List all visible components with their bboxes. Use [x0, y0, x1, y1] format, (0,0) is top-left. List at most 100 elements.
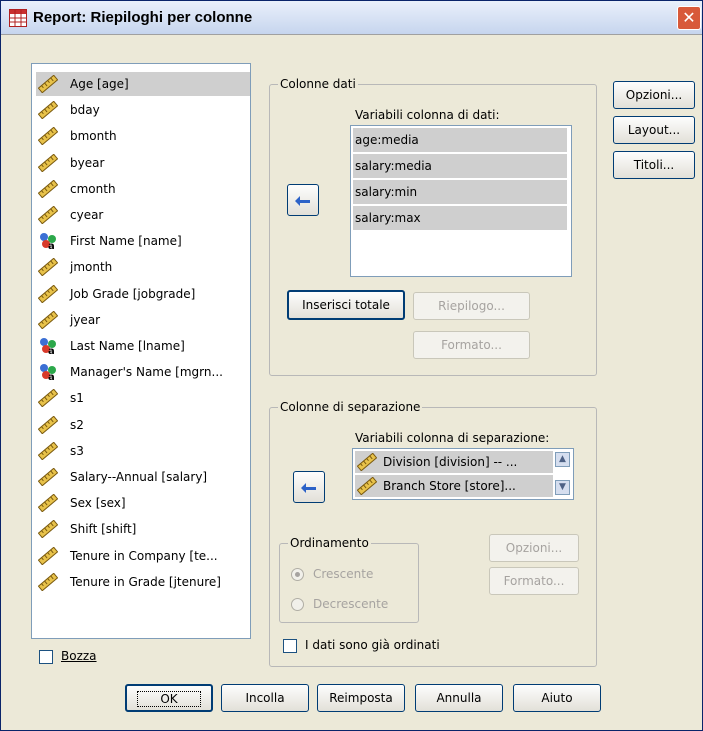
scale-icon — [37, 205, 59, 225]
variable-item[interactable]: a Last Name [lname] — [36, 334, 250, 358]
break-column-item[interactable]: Division [division] -- ... — [355, 451, 553, 473]
opzioni-button[interactable]: Opzioni... — [613, 81, 695, 109]
variable-label: Last Name [lname] — [70, 339, 185, 353]
title-bar[interactable]: Report: Riepiloghi per colonne ✕ — [1, 1, 702, 35]
scale-icon — [356, 476, 378, 496]
crescente-label: Crescente — [313, 567, 374, 581]
variable-item[interactable]: a Manager's Name [mgrn... — [36, 360, 250, 384]
scale-icon — [37, 100, 59, 120]
break-columns-list[interactable]: Division [division] -- ... Branch Store [… — [352, 448, 574, 500]
data-column-item[interactable]: age:media — [353, 128, 567, 152]
gia-ordinati-checkbox[interactable] — [283, 639, 297, 653]
variable-label: byear — [70, 155, 105, 170]
scale-icon — [37, 467, 59, 487]
variable-item[interactable]: cmonth — [36, 177, 250, 201]
crescente-radio[interactable] — [291, 568, 304, 581]
scale-icon — [356, 452, 378, 472]
data-column-item[interactable]: salary:max — [353, 206, 567, 230]
variable-item[interactable]: Salary--Annual [salary] — [36, 465, 250, 489]
arrow-left-icon — [295, 195, 310, 206]
variable-item[interactable]: bday — [36, 98, 250, 122]
variable-label: s2 — [70, 417, 84, 432]
nominal-string-icon: a — [38, 337, 58, 357]
scroll-down-icon[interactable]: ▼ — [555, 480, 570, 495]
break-column-label: Branch Store [store]... — [383, 479, 516, 493]
scale-icon — [37, 310, 59, 330]
variable-item[interactable]: Age [age] — [36, 72, 250, 96]
svg-text:a: a — [48, 372, 55, 381]
variable-item[interactable]: s2 — [36, 413, 250, 437]
variable-item[interactable]: cyear — [36, 203, 250, 227]
variable-item[interactable]: bmonth — [36, 124, 250, 148]
data-column-item[interactable]: salary:min — [353, 180, 567, 204]
colonne-dati-title: Colonne dati — [278, 77, 358, 91]
variable-label: cmonth — [70, 181, 116, 196]
gia-ordinati-label: I dati sono già ordinati — [305, 638, 440, 652]
layout-button[interactable]: Layout... — [613, 116, 695, 144]
scale-icon — [37, 257, 59, 277]
variable-item[interactable]: Sex [sex] — [36, 491, 250, 515]
variable-item[interactable]: s3 — [36, 439, 250, 463]
scale-icon — [37, 441, 59, 461]
variable-label: jyear — [70, 312, 101, 327]
scale-icon — [37, 519, 59, 539]
variable-label: Job Grade [jobgrade] — [70, 286, 196, 301]
variable-item[interactable]: a First Name [name] — [36, 229, 250, 253]
source-variable-list[interactable]: Age [age] bday bmonth byear cmonth cyear a Firs… — [31, 63, 251, 639]
scale-icon — [37, 126, 59, 146]
annulla-button[interactable]: Annulla — [415, 684, 503, 712]
move-to-data-columns-button[interactable] — [287, 184, 319, 216]
ordinamento-group: Ordinamento — [279, 536, 419, 623]
break-column-label: Division [division] -- ... — [383, 455, 518, 469]
scale-icon — [37, 179, 59, 199]
titoli-button[interactable]: Titoli... — [613, 151, 695, 179]
formato-dati-button[interactable]: Formato... — [413, 331, 530, 359]
variable-label: Tenure in Company [te... — [70, 548, 218, 563]
variable-label: bmonth — [70, 129, 117, 144]
report-icon — [9, 9, 27, 27]
variable-label: Salary--Annual [salary] — [70, 470, 208, 484]
insert-total-button[interactable]: Inserisci totale — [287, 290, 405, 320]
break-column-item[interactable]: Branch Store [store]... — [355, 475, 553, 497]
bozza-label: Bozza — [61, 649, 97, 663]
bozza-checkbox[interactable] — [39, 650, 53, 664]
variable-label: Tenure in Grade [jtenure] — [70, 574, 221, 589]
variable-item[interactable]: s1 — [36, 386, 250, 410]
variable-label: Manager's Name [mgrn... — [70, 365, 223, 380]
close-button[interactable]: ✕ — [677, 6, 701, 30]
variable-label: Shift [shift] — [70, 522, 137, 537]
riepilogo-button[interactable]: Riepilogo... — [413, 292, 530, 320]
ok-button[interactable]: OK — [125, 684, 213, 712]
variable-item[interactable]: jmonth — [36, 255, 250, 279]
variable-item[interactable]: Shift [shift] — [36, 517, 250, 541]
reimposta-button[interactable]: Reimposta — [317, 684, 405, 712]
variable-item[interactable]: byear — [36, 151, 250, 175]
nominal-string-icon: a — [38, 232, 58, 252]
scale-icon — [37, 572, 59, 592]
scale-icon — [37, 388, 59, 408]
scale-icon — [37, 74, 59, 94]
svg-text:a: a — [48, 346, 55, 355]
variable-item[interactable]: Tenure in Company [te... — [36, 544, 250, 568]
data-column-item[interactable]: salary:media — [353, 154, 567, 178]
data-columns-list[interactable]: age:media salary:media salary:min salary:ma… — [350, 125, 572, 277]
decrescente-radio[interactable] — [291, 598, 304, 611]
move-to-break-columns-button[interactable] — [293, 471, 325, 503]
variable-label: bday — [70, 103, 100, 118]
svg-text:a: a — [48, 241, 55, 250]
aiuto-button[interactable]: Aiuto — [513, 684, 601, 712]
variable-item[interactable]: Job Grade [jobgrade] — [36, 282, 250, 306]
variable-item[interactable]: jyear — [36, 308, 250, 332]
opzioni-separazione-button[interactable]: Opzioni... — [489, 534, 579, 562]
close-icon: ✕ — [682, 8, 696, 27]
nominal-string-icon: a — [38, 363, 58, 383]
data-columns-list-label: Variabili colonna di dati: — [355, 108, 500, 122]
scale-icon — [37, 284, 59, 304]
incolla-button[interactable]: Incolla — [221, 684, 309, 712]
window-title: Report: Riepiloghi per colonne — [33, 9, 253, 26]
variable-item[interactable]: Tenure in Grade [jtenure] — [36, 570, 250, 594]
break-columns-list-label: Variabili colonna di separazione: — [355, 431, 550, 445]
scroll-up-icon[interactable]: ▲ — [555, 452, 570, 467]
variable-label: s3 — [70, 443, 84, 458]
formato-separazione-button[interactable]: Formato... — [489, 567, 579, 595]
